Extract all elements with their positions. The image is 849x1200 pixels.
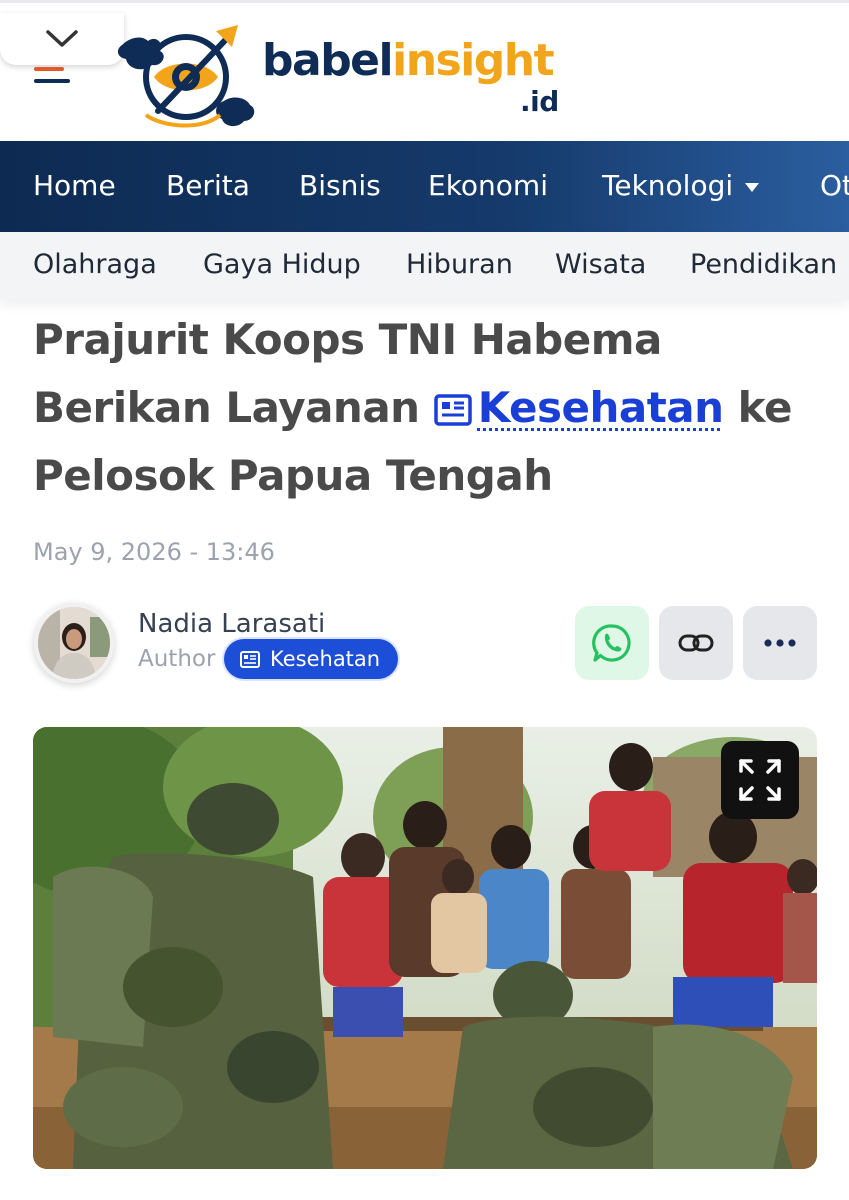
whatsapp-icon: [592, 624, 631, 662]
article-title: Prajurit Koops TNI Habema Berikan Layana…: [33, 306, 823, 510]
link-icon: [678, 634, 714, 652]
site-header: babelinsight .id: [0, 0, 849, 141]
logo-text-primary: babel: [262, 35, 394, 86]
subnav-item-gaya-hidup[interactable]: Gaya Hidup: [203, 249, 361, 280]
nav-item-overflow[interactable]: Ot: [820, 169, 849, 202]
nav-item-home[interactable]: Home: [33, 169, 116, 202]
category-tag-icon: [433, 394, 472, 426]
article-date: May 9, 2026 - 13:46: [33, 538, 275, 566]
subnav-item-hiburan[interactable]: Hiburan: [406, 249, 513, 280]
caret-down-icon: [745, 182, 760, 192]
author-avatar[interactable]: [34, 603, 114, 683]
category-badge-icon: [240, 650, 260, 668]
site-logo-icon[interactable]: [112, 15, 262, 139]
category-badge-label: Kesehatan: [270, 647, 381, 671]
featured-photo: [33, 727, 817, 1169]
subnav-item-pendidikan[interactable]: Pendidikan: [690, 249, 837, 280]
more-options-button[interactable]: [743, 606, 817, 680]
author-photo: [38, 607, 110, 679]
expand-icon: [739, 759, 781, 801]
subnav-item-olahraga[interactable]: Olahraga: [33, 249, 157, 280]
article-title-category-link[interactable]: Kesehatan: [478, 383, 724, 432]
more-dots-icon: [764, 639, 796, 647]
category-badge[interactable]: Kesehatan: [224, 639, 399, 679]
collapse-header-button[interactable]: [0, 13, 124, 65]
share-whatsapp-button[interactable]: [575, 606, 649, 680]
nav-item-berita[interactable]: Berita: [166, 169, 250, 202]
nav-item-ekonomi[interactable]: Ekonomi: [428, 169, 548, 202]
logo-text-accent: insight: [392, 35, 555, 86]
nav-item-teknologi-label: Teknologi: [602, 169, 734, 202]
expand-image-button[interactable]: [721, 741, 799, 819]
secondary-navigation: Olahraga Gaya Hidup Hiburan Wisata Pendi…: [0, 232, 849, 300]
copy-link-button[interactable]: [659, 606, 733, 680]
author-role-label: Author: [138, 646, 216, 672]
chevron-down-icon: [46, 30, 78, 47]
nav-item-teknologi[interactable]: Teknologi: [602, 169, 760, 202]
author-name[interactable]: Nadia Larasati: [138, 609, 325, 639]
nav-item-bisnis[interactable]: Bisnis: [299, 169, 381, 202]
article-featured-image[interactable]: [33, 727, 817, 1169]
primary-navigation: Home Berita Bisnis Ekonomi Teknologi Ot: [0, 141, 849, 232]
subnav-item-wisata[interactable]: Wisata: [555, 249, 646, 280]
hamburger-menu-icon[interactable]: [34, 67, 70, 91]
logo-domain-suffix: .id: [520, 85, 559, 118]
site-logo-text[interactable]: babelinsight: [262, 39, 555, 83]
